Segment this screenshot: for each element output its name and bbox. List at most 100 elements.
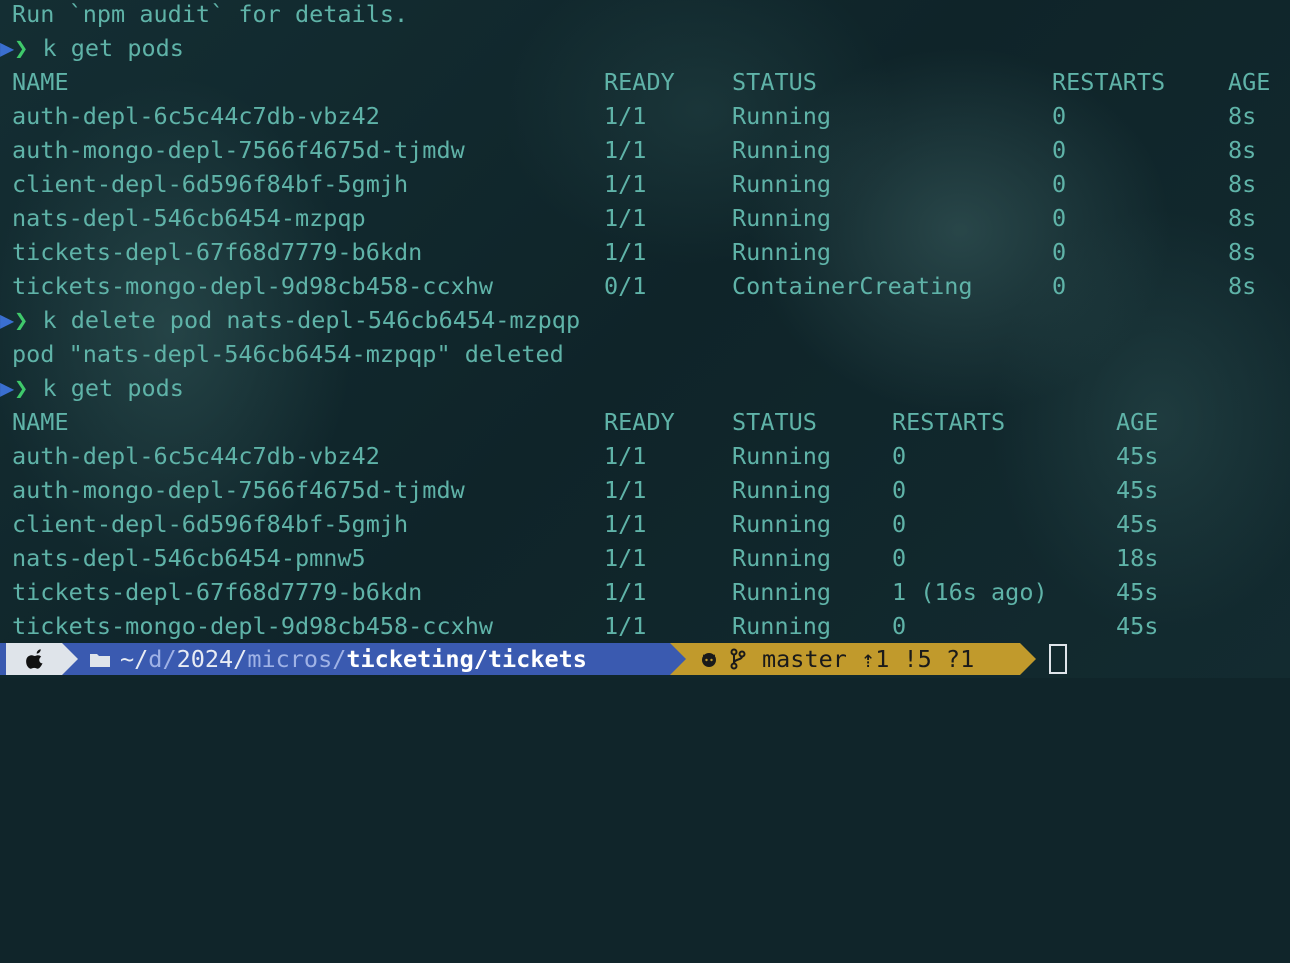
table-row: auth-depl-6c5c44c7db-vbz42 1/1 Running 0… [12, 99, 1282, 133]
table-row: nats-depl-546cb6454-mzpqp 1/1 Running 0 … [12, 201, 1282, 235]
table-row: auth-depl-6c5c44c7db-vbz42 1/1 Running 0… [12, 439, 1282, 473]
apple-icon [26, 649, 43, 669]
pod-name: client-depl-6d596f84bf-5gmjh [12, 510, 409, 538]
pod-ready: 1/1 [604, 476, 647, 504]
prompt-chevron-icon: ❯ [14, 306, 29, 334]
table-row: auth-mongo-depl-7566f4675d-tjmdw 1/1 Run… [12, 473, 1282, 507]
terminal-window[interactable]: Run `npm audit` for details. ▶❯ k get po… [0, 0, 1290, 678]
pod-restarts: 0 [892, 442, 907, 470]
git-branch-icon [730, 648, 746, 670]
col-name-header: NAME [12, 408, 69, 436]
pod-ready: 1/1 [604, 578, 647, 606]
pod-restarts: 0 [1052, 238, 1067, 266]
pod-name: auth-depl-6c5c44c7db-vbz42 [12, 442, 380, 470]
git-info: master ⇡1 !5 ?1 [762, 643, 974, 675]
pod-age: 8s [1228, 272, 1257, 300]
table1-header: NAME READY STATUS RESTARTS AGE [12, 65, 1282, 99]
col-status-header: STATUS [732, 408, 817, 436]
pod-age: 45s [1116, 612, 1159, 640]
os-segment [0, 643, 62, 675]
delete-output-line: pod "nats-depl-546cb6454-mzpqp" deleted [12, 340, 564, 368]
pod-ready: 0/1 [604, 272, 647, 300]
pod-status: Running [732, 442, 832, 470]
pod-name: tickets-depl-67f68d7779-b6kdn [12, 578, 423, 606]
pod-age: 45s [1116, 510, 1159, 538]
path-home: ~/ [120, 645, 149, 673]
pod-status: Running [732, 238, 832, 266]
pod-name: tickets-mongo-depl-9d98cb458-ccxhw [12, 612, 494, 640]
prompt-line-1: ▶❯ k get pods [0, 31, 184, 65]
git-branch-name: master [762, 645, 847, 673]
path-segment[interactable]: ~/d/2024/micros/ticketing/tickets [62, 643, 670, 675]
pod-age: 8s [1228, 170, 1257, 198]
pod-restarts: 0 [1052, 136, 1067, 164]
pod-name: client-depl-6d596f84bf-5gmjh [12, 170, 409, 198]
pod-name: nats-depl-546cb6454-mzpqp [12, 204, 366, 232]
col-restarts-header: RESTARTS [1052, 68, 1166, 96]
git-status: ⇡1 !5 ?1 [861, 645, 975, 673]
pod-restarts: 0 [892, 510, 907, 538]
table-row: tickets-mongo-depl-9d98cb458-ccxhw 1/1 R… [12, 609, 1282, 643]
pod-status: Running [732, 170, 832, 198]
pod-age: 8s [1228, 136, 1257, 164]
table-row: client-depl-6d596f84bf-5gmjh 1/1 Running… [12, 167, 1282, 201]
pod-restarts: 0 [892, 612, 907, 640]
col-age-header: AGE [1116, 408, 1159, 436]
pod-name: nats-depl-546cb6454-pmnw5 [12, 544, 366, 572]
pod-status: Running [732, 136, 832, 164]
terminal-cursor[interactable] [1049, 644, 1067, 674]
pod-age: 45s [1116, 476, 1159, 504]
pod-status: ContainerCreating [732, 272, 973, 300]
col-name-header: NAME [12, 68, 69, 96]
pod-age: 8s [1228, 238, 1257, 266]
pod-ready: 1/1 [604, 136, 647, 164]
pod-name: auth-depl-6c5c44c7db-vbz42 [12, 102, 380, 130]
pod-status: Running [732, 612, 832, 640]
pod-name: auth-mongo-depl-7566f4675d-tjmdw [12, 476, 465, 504]
pod-restarts: 0 [1052, 204, 1067, 232]
command-text: k delete pod nats-depl-546cb6454-mzpqp [42, 306, 581, 334]
powerline-prompt: ~/d/2024/micros/ticketing/tickets master… [0, 643, 1290, 675]
pod-restarts: 0 [1052, 272, 1067, 300]
current-path: ~/d/2024/micros/ticketing/tickets [120, 643, 587, 675]
segment-separator [670, 643, 686, 675]
command-text: k get pods [42, 374, 184, 402]
pod-ready: 1/1 [604, 102, 647, 130]
table-row: nats-depl-546cb6454-pmnw5 1/1 Running 0 … [12, 541, 1282, 575]
segment-separator [62, 643, 78, 675]
pod-status: Running [732, 476, 832, 504]
prompt-chevron-icon: ❯ [14, 34, 29, 62]
pod-restarts: 0 [1052, 102, 1067, 130]
table-row: client-depl-6d596f84bf-5gmjh 1/1 Running… [12, 507, 1282, 541]
prompt-marker-icon: ▶ [0, 34, 15, 62]
folder-icon [90, 654, 110, 667]
pod-restarts: 0 [1052, 170, 1067, 198]
pod-ready: 1/1 [604, 442, 647, 470]
segment-separator [1020, 643, 1036, 675]
path-part-ticketing: ticketing/ [346, 645, 488, 673]
pod-restarts: 0 [892, 544, 907, 572]
pod-age: 8s [1228, 204, 1257, 232]
table-row: auth-mongo-depl-7566f4675d-tjmdw 1/1 Run… [12, 133, 1282, 167]
pod-status: Running [732, 544, 832, 572]
table-row: tickets-mongo-depl-9d98cb458-ccxhw 0/1 C… [12, 269, 1282, 303]
pod-ready: 1/1 [604, 204, 647, 232]
col-ready-header: READY [604, 408, 675, 436]
prompt-line-3: ▶❯ k get pods [0, 371, 184, 405]
pod-ready: 1/1 [604, 238, 647, 266]
col-age-header: AGE [1228, 68, 1271, 96]
pod-restarts: 1 (16s ago) [892, 578, 1048, 606]
pod-status: Running [732, 204, 832, 232]
prompt-line-2: ▶❯ k delete pod nats-depl-546cb6454-mzpq… [0, 303, 580, 337]
col-status-header: STATUS [732, 68, 817, 96]
col-restarts-header: RESTARTS [892, 408, 1006, 436]
pod-age: 18s [1116, 544, 1159, 572]
pod-ready: 1/1 [604, 170, 647, 198]
git-segment[interactable]: master ⇡1 !5 ?1 [670, 643, 1020, 675]
pod-age: 45s [1116, 578, 1159, 606]
prompt-marker-icon: ▶ [0, 374, 15, 402]
npm-audit-line: Run `npm audit` for details. [12, 0, 409, 28]
pod-status: Running [732, 102, 832, 130]
pod-name: tickets-mongo-depl-9d98cb458-ccxhw [12, 272, 494, 300]
github-icon [702, 653, 716, 667]
